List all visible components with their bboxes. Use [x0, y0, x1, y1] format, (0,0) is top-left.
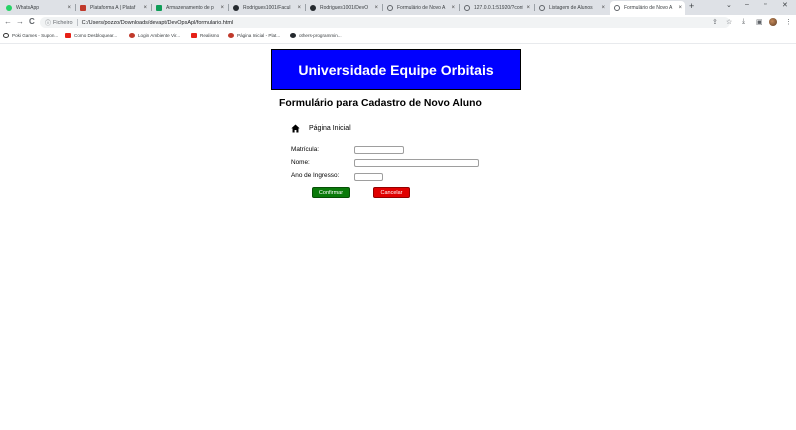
tab-formulario-1[interactable]: Formulário de Novo A ×	[383, 1, 458, 15]
bookmark-label: Poki Games - Supon...	[12, 33, 59, 38]
close-icon[interactable]: ×	[67, 5, 71, 11]
ano-ingresso-input[interactable]	[354, 173, 383, 181]
scheme-label: Ficheiro	[53, 19, 73, 26]
globe-icon	[614, 5, 620, 11]
tab-plataforma[interactable]: Plataforma A | Plataf ×	[76, 1, 150, 15]
url-text[interactable]: C:/Users/pozzo/Downloads/devapt/DevOpsAp…	[82, 20, 234, 26]
close-icon[interactable]: ×	[374, 5, 378, 11]
bookmark-label: Login Ambiente Vir...	[138, 33, 181, 38]
close-icon[interactable]: ×	[526, 5, 530, 11]
bookmark-item[interactable]: Poki Games - Supon...	[3, 33, 58, 38]
globe-icon	[464, 5, 470, 11]
matricula-input[interactable]	[354, 146, 404, 154]
home-icon	[291, 124, 300, 133]
address-divider	[76, 19, 78, 26]
close-icon[interactable]: ×	[143, 5, 147, 11]
bookmark-item[interactable]: others-programmin...	[290, 33, 342, 38]
tab-label: Formulário de Novo A	[624, 5, 673, 11]
confirm-button[interactable]: Confirmar	[312, 187, 350, 198]
site-favicon-icon	[228, 33, 234, 38]
home-link-label[interactable]: Página Inicial	[309, 125, 351, 132]
tab-search-icon[interactable]: ⌄	[726, 1, 732, 9]
bookmark-label: Como Desbloquear...	[74, 33, 118, 38]
bookmark-item[interactable]: Como Desbloquear...	[65, 33, 117, 38]
matricula-label: Matrícula:	[291, 146, 320, 153]
bookmark-item[interactable]: Página Inicial - Plat...	[228, 33, 280, 38]
tab-label: 127.0.0.1:51920/?conf	[474, 5, 524, 11]
github-icon	[310, 5, 316, 11]
tab-label: Listagem de Alunos	[549, 5, 593, 11]
youtube-icon	[191, 33, 197, 38]
bookmark-item[interactable]: Login Ambiente Vir...	[129, 33, 180, 38]
close-icon[interactable]: ×	[451, 5, 455, 11]
download-icon[interactable]: ⤓	[742, 18, 745, 26]
tab-github-facul[interactable]: Rodrigues1001/Facul ×	[229, 1, 304, 15]
tab-label: Formulário de Novo A	[397, 5, 446, 11]
back-button[interactable]: ←	[4, 17, 12, 26]
window-close-button[interactable]: ✕	[782, 1, 788, 9]
tab-github-devops[interactable]: Rodrigues1001/DevO ×	[306, 1, 381, 15]
cancel-button[interactable]: Cancelar	[373, 187, 410, 198]
profile-avatar[interactable]	[769, 18, 777, 26]
tab-label: Rodrigues1001/Facul	[243, 5, 291, 11]
close-icon[interactable]: ×	[220, 5, 224, 11]
minimize-button[interactable]: –	[745, 1, 749, 8]
youtube-icon	[65, 33, 71, 38]
maximize-button[interactable]: ▫	[764, 1, 766, 8]
address-bar[interactable]: ⓘ Ficheiro C:/Users/pozzo/Downloads/deva…	[40, 17, 730, 28]
bookmark-label: others-programmin...	[299, 33, 342, 38]
site-favicon-icon	[129, 33, 135, 38]
site-favicon-icon	[80, 5, 86, 11]
tab-armazenamento[interactable]: Armazenamento de p ×	[152, 1, 227, 15]
ano-ingresso-label: Ano de Ingresso:	[291, 172, 340, 179]
sheets-icon	[156, 5, 162, 11]
tab-label: Armazenamento de p	[166, 5, 214, 11]
close-icon[interactable]: ×	[297, 5, 301, 11]
nome-label: Nome:	[291, 159, 310, 166]
tab-label: Plataforma A | Plataf	[90, 5, 136, 11]
globe-icon	[387, 5, 393, 11]
github-icon	[233, 5, 239, 11]
tab-label: Rodrigues1001/DevO	[320, 5, 369, 11]
browser-toolbar: ← → C ⓘ Ficheiro C:/Users/pozzo/Download…	[0, 15, 796, 30]
tab-localhost[interactable]: 127.0.0.1:51920/?conf ×	[460, 1, 533, 15]
tab-listagem[interactable]: Listagem de Alunos ×	[535, 1, 608, 15]
globe-icon	[539, 5, 545, 11]
poki-icon	[3, 33, 9, 38]
tab-strip: WhatsApp × Plataforma A | Plataf × Armaz…	[0, 0, 796, 15]
share-icon[interactable]: ⇪	[712, 18, 718, 26]
nome-input[interactable]	[354, 159, 479, 167]
bookmark-label: Página Inicial - Plat...	[237, 33, 281, 38]
tab-formulario-active[interactable]: Formulário de Novo A ×	[610, 1, 685, 15]
tab-whatsapp[interactable]: WhatsApp ×	[2, 1, 74, 15]
new-tab-button[interactable]: +	[689, 1, 694, 11]
bookmark-label: Realismo	[200, 33, 220, 38]
university-banner: Universidade Equipe Orbitais	[271, 49, 521, 90]
whatsapp-icon	[6, 5, 12, 11]
tab-label: WhatsApp	[16, 5, 40, 11]
forward-button[interactable]: →	[16, 17, 24, 26]
browser-menu-icon[interactable]: ⋮	[785, 18, 792, 26]
close-icon[interactable]: ×	[601, 5, 605, 11]
banner-title: Universidade Equipe Orbitais	[298, 61, 494, 78]
bookmark-item[interactable]: Realismo	[191, 33, 219, 38]
bookmark-star-icon[interactable]: ☆	[726, 18, 732, 26]
side-panel-icon[interactable]: ▣	[756, 18, 763, 26]
page-title: Formulário para Cadastro de Novo Aluno	[279, 98, 482, 109]
reload-button[interactable]: C	[29, 17, 35, 26]
home-link[interactable]: Página Inicial	[291, 124, 351, 133]
bookmarks-bar: Poki Games - Supon... Como Desbloquear..…	[0, 30, 796, 44]
close-icon[interactable]: ×	[678, 5, 682, 11]
info-icon[interactable]: ⓘ	[45, 18, 51, 27]
github-icon	[290, 33, 296, 38]
